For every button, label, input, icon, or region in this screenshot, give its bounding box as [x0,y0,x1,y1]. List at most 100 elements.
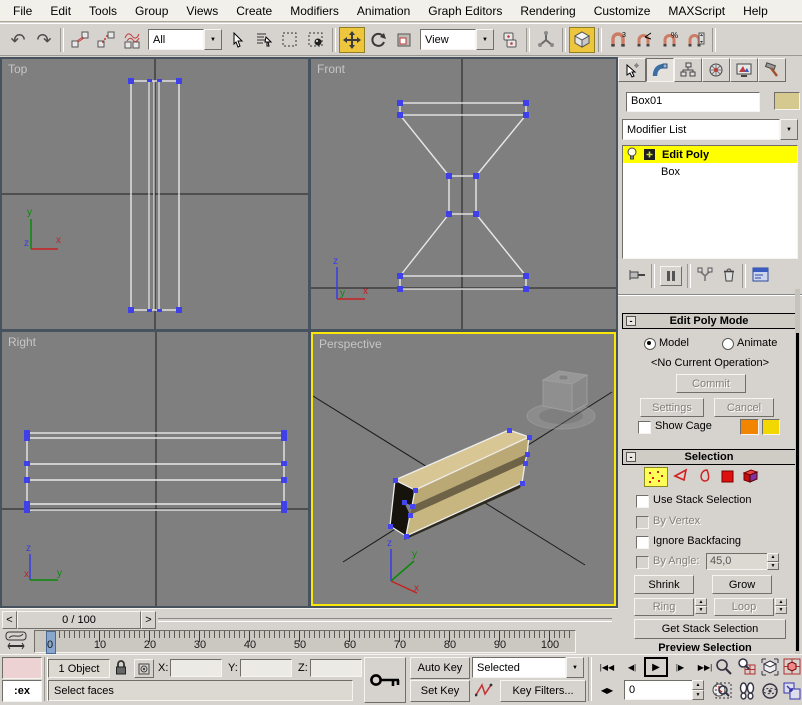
time-slider-handle[interactable]: 0 / 100 [17,611,141,629]
select-and-manipulate-icon[interactable] [533,27,559,53]
viewport-right-label[interactable]: Right [8,335,36,349]
select-and-move-icon[interactable] [339,27,365,53]
pan-icon[interactable] [737,681,757,704]
loop-spinner[interactable]: ▲▼ [775,598,787,614]
undo-icon[interactable]: ↶ [5,27,31,53]
viewport-front-label[interactable]: Front [317,62,345,76]
menu-item-graph-editors[interactable]: Graph Editors [419,1,511,21]
menu-item-animation[interactable]: Animation [348,1,419,21]
edge-subobject-icon[interactable] [673,468,689,487]
remove-modifier-icon[interactable] [722,267,736,286]
animate-radio[interactable] [722,338,734,350]
cancel-button[interactable]: Cancel [714,398,774,417]
viewport-perspective[interactable]: Perspective [311,332,616,606]
by-angle-spinner[interactable]: ▲▼ [767,553,779,570]
tab-modify[interactable] [646,58,674,82]
key-filters-button[interactable]: Key Filters... [500,680,586,702]
element-subobject-icon[interactable] [742,467,760,487]
object-name-field[interactable]: Box01 [626,92,760,112]
x-coordinate-field[interactable] [170,659,222,677]
menu-item-tools[interactable]: Tools [80,1,126,21]
select-and-link-icon[interactable] [67,27,93,53]
get-stack-selection-button[interactable]: Get Stack Selection [634,619,786,639]
configure-modifier-sets-icon[interactable] [752,267,769,285]
border-subobject-icon[interactable] [696,468,712,487]
by-angle-field[interactable]: 45,0 [706,553,770,570]
track-bar-ruler[interactable]: 0 10 20 30 40 50 60 70 80 90 100 [34,630,576,653]
auto-key-button[interactable]: Auto Key [410,657,470,679]
rollout-edit-poly-mode-header[interactable]: - Edit Poly Mode [622,313,796,329]
arc-rotate-icon[interactable] [760,681,780,704]
stack-item-box[interactable]: Box [623,163,797,180]
select-object-icon[interactable] [225,27,251,53]
cage-selected-color-swatch[interactable] [762,419,780,435]
time-slider-track[interactable] [158,618,612,622]
grow-button[interactable]: Grow [712,575,772,594]
menu-item-help[interactable]: Help [734,1,777,21]
tab-hierarchy[interactable] [674,58,702,82]
menu-item-maxscript[interactable]: MAXScript [659,1,734,21]
unlink-selection-icon[interactable] [93,27,119,53]
select-and-rotate-icon[interactable] [365,27,391,53]
angle-snap-icon[interactable] [631,27,657,53]
rollout-selection-header[interactable]: - Selection [622,449,796,465]
show-cage-checkbox[interactable] [638,421,651,434]
selection-lock-icon[interactable] [114,659,128,680]
commit-button[interactable]: Commit [676,374,746,393]
zoom-extents-all-icon[interactable] [782,657,802,680]
tab-utilities[interactable] [758,58,786,82]
frame-spinner[interactable]: ▲▼ [692,680,704,700]
object-color-swatch[interactable] [774,92,800,110]
use-stack-selection-checkbox[interactable] [636,495,649,508]
ring-spinner[interactable]: ▲▼ [695,598,707,614]
panel-scrollbar[interactable] [795,289,800,654]
previous-frame-button[interactable]: ◀| [622,657,642,677]
selection-filter-dropdown[interactable]: All ▼ [148,29,222,50]
bind-to-spacewarp-icon[interactable] [119,27,145,53]
snaps-toggle-icon[interactable]: 3 [605,27,631,53]
menu-item-views[interactable]: Views [177,1,227,21]
coord-system-dropdown[interactable]: View ▼ [420,29,494,50]
chevron-down-icon[interactable]: ▼ [476,29,494,50]
y-coordinate-field[interactable] [240,659,292,677]
tab-display[interactable] [730,58,758,82]
zoom-all-icon[interactable] [737,657,757,680]
rectangular-selection-region-icon[interactable] [277,27,303,53]
z-coordinate-field[interactable] [310,659,362,677]
set-keys-button[interactable] [364,657,406,703]
loop-button[interactable]: Loop [714,598,774,616]
viewport-right[interactable]: Right [2,332,308,606]
play-button[interactable]: ▶ [644,657,668,677]
default-tangent-icon[interactable] [472,680,496,700]
viewport-top-label[interactable]: Top [8,62,27,76]
zoom-extents-icon[interactable] [760,657,780,680]
use-pivot-center-icon[interactable] [497,27,523,53]
stack-item-edit-poly[interactable]: Edit Poly [623,146,797,163]
collapse-icon[interactable]: - [626,316,636,326]
ignore-backfacing-checkbox[interactable] [636,536,649,549]
select-and-scale-icon[interactable] [391,27,417,53]
preview-selection-header[interactable]: Preview Selection [618,642,792,654]
window-crossing-toggle-icon[interactable] [303,27,329,53]
go-to-start-button[interactable]: |◀◀ [594,657,620,677]
menu-item-rendering[interactable]: Rendering [511,1,584,21]
time-slider-right-icon[interactable]: > [141,611,156,629]
show-end-result-icon[interactable] [660,266,682,286]
menu-item-customize[interactable]: Customize [585,1,660,21]
viewport-top[interactable]: Top y z x [2,59,308,329]
absolute-offset-toggle-icon[interactable] [134,659,154,678]
expand-plus-icon[interactable] [644,149,655,160]
model-radio[interactable] [644,338,656,350]
chevron-down-icon[interactable]: ▼ [566,657,584,678]
panel-scrollbar-thumb[interactable] [796,333,799,651]
region-zoom-icon[interactable] [714,681,734,704]
keyboard-shortcut-override-icon[interactable] [569,27,595,53]
menu-item-modifiers[interactable]: Modifiers [281,1,348,21]
spinner-snap-icon[interactable] [683,27,709,53]
tab-create[interactable] [618,58,646,82]
key-filter-dropdown[interactable]: Selected ▼ [472,657,584,678]
menu-item-edit[interactable]: Edit [41,1,80,21]
min-max-viewport-toggle-icon[interactable] [782,681,802,704]
collapse-icon[interactable]: - [626,452,636,462]
make-unique-icon[interactable] [696,267,714,286]
